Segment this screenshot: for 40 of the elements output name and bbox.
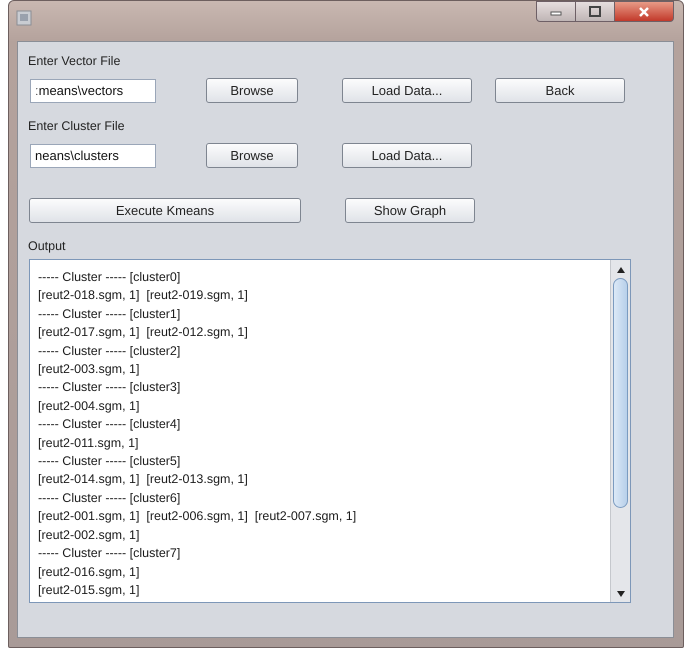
- output-line: [reut2-001.sgm, 1] [reut2-006.sgm, 1] [reut2-007.sgm, 1]: [38, 508, 358, 526]
- push-button[interactable]: Back: [495, 78, 625, 103]
- scroll-down-icon[interactable]: [616, 590, 626, 598]
- output-line: [reut2-018.sgm, 1] [reut2-019.sgm, 1]: [38, 287, 249, 304]
- scrollbar-thumb[interactable]: [613, 278, 628, 508]
- close-icon: [637, 6, 651, 18]
- output-line: [reut2-016.sgm, 1]: [38, 564, 140, 581]
- output-line: ----- Cluster ----- [cluster1]: [38, 306, 182, 323]
- maximize-button[interactable]: [576, 1, 615, 22]
- output-line: [reut2-015.sgm, 1]: [38, 582, 140, 599]
- output-line: [reut2-017.sgm, 1] [reut2-012.sgm, 1]: [38, 324, 249, 342]
- field-label: Enter Cluster File: [28, 119, 126, 135]
- app-icon: [16, 10, 32, 26]
- field-label: Enter Vector File: [28, 54, 122, 70]
- output-line: [reut2-003.sgm, 1]: [38, 361, 140, 378]
- output-line: ----- Cluster ----- [cluster0]: [38, 269, 182, 286]
- output-line: [reut2-004.sgm, 1]: [38, 398, 140, 415]
- minimize-button[interactable]: [536, 1, 576, 22]
- output-line: [reut2-011.sgm, 1]: [38, 434, 140, 452]
- output-line: [reut2-014.sgm, 1] [reut2-013.sgm, 1]: [38, 471, 249, 488]
- file-input-field[interactable]: ːmeans\vectors: [30, 78, 156, 102]
- scrollbar[interactable]: [610, 260, 630, 602]
- maximize-icon: [588, 6, 602, 18]
- output-line: ----- Cluster ----- [cluster5]: [38, 453, 182, 470]
- push-button[interactable]: Show Graph: [345, 198, 475, 223]
- push-button[interactable]: Browse: [206, 143, 298, 168]
- output-line: ----- Cluster ----- [cluster6]: [38, 490, 182, 507]
- output-line: ----- Cluster ----- [cluster4]: [38, 416, 182, 434]
- push-button[interactable]: Load Data...: [342, 78, 472, 103]
- file-input-field[interactable]: neans\clusters: [30, 144, 156, 168]
- push-button[interactable]: Browse: [206, 78, 298, 103]
- output-line: ----- Cluster ----- [cluster7]: [38, 545, 182, 562]
- output-label: Output: [28, 239, 67, 255]
- push-button[interactable]: Execute Kmeans: [29, 198, 301, 223]
- close-button[interactable]: [615, 1, 674, 22]
- push-button[interactable]: Load Data...: [342, 143, 472, 168]
- output-line: [reut2-002.sgm, 1]: [38, 526, 140, 544]
- output-line: ----- Cluster ----- [cluster2]: [38, 342, 182, 360]
- output-line: ----- Cluster ----- [cluster3]: [38, 379, 182, 396]
- scroll-up-icon[interactable]: [616, 266, 626, 274]
